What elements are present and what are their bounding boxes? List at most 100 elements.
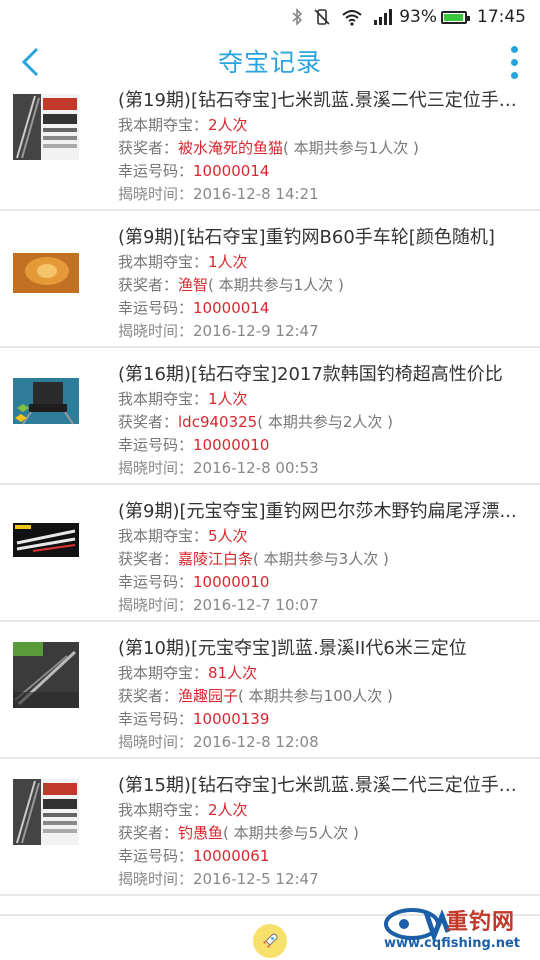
participation-label: 我本期夺宝：: [118, 664, 209, 682]
winner-name[interactable]: 嘉陵江白条: [178, 550, 253, 568]
lucky-code-label: 幸运号码：: [118, 299, 194, 317]
battery-percent: 93%: [399, 7, 437, 27]
reveal-time-line: 揭晓时间：2016-12-8 14:21: [118, 183, 530, 206]
total-participation: ( 本期共参与2人次 ): [257, 413, 394, 431]
record-row[interactable]: (第19期)[钻石夺宝]七米凯蓝.景溪二代三定位手车... 我本期夺宝：2人次 获奖…: [0, 74, 540, 211]
winner-label: 获奖者：: [118, 824, 179, 842]
product-thumbnail: [13, 779, 79, 845]
reveal-time-label: 揭晓时间：: [118, 596, 194, 614]
product-title: (第16期)[钻石夺宝]2017款韩国钓椅超高性价比: [118, 364, 503, 385]
participation-count: 1人次: [208, 253, 248, 271]
reveal-time: 2016-12-8 00:53: [193, 459, 319, 477]
lucky-code-label: 幸运号码：: [118, 436, 194, 454]
participation-label: 我本期夺宝：: [118, 801, 209, 819]
winner-name[interactable]: 钓愚鱼: [178, 824, 223, 842]
winner-name[interactable]: 被水淹死的鱼猫: [178, 139, 283, 157]
winner-label: 获奖者：: [118, 276, 179, 294]
site-watermark-logo: 重钓网 www.cqfishing.net: [382, 902, 532, 958]
battery-icon: [441, 10, 470, 24]
lucky-code: 10000014: [193, 162, 270, 180]
record-row[interactable]: (第15期)[钻石夺宝]七米凯蓝.景溪二代三定位手车... 我本期夺宝：2人次获奖…: [0, 759, 540, 896]
reveal-time-line: 揭晓时间：2016-12-8 12:08: [118, 731, 530, 754]
winner-name[interactable]: ldc940325: [178, 413, 257, 431]
lucky-code: 10000014: [193, 299, 270, 317]
winner-label: 获奖者：: [118, 413, 179, 431]
participation-line: 我本期夺宝：2人次: [118, 114, 530, 137]
winner-name[interactable]: 渔智: [178, 276, 208, 294]
product-title: (第10期)[元宝夺宝]凯蓝.景溪II代6米三定位: [118, 638, 467, 659]
total-participation: ( 本期共参与1人次 ): [283, 139, 419, 157]
winner-line: 获奖者：渔智( 本期共参与1人次 ): [118, 274, 530, 297]
lucky-code-line: 幸运号码：10000014: [118, 297, 530, 320]
clock: 17:45: [477, 7, 526, 27]
total-participation: ( 本期共参与100人次 ): [238, 687, 393, 705]
record-info: (第19期)[钻石夺宝]七米凯蓝.景溪二代三定位手车... 我本期夺宝：2人次 获奖…: [118, 88, 530, 206]
participation-line: 我本期夺宝：81人次: [118, 662, 530, 685]
more-vertical-icon: [510, 45, 518, 53]
reveal-time-label: 揭晓时间：: [118, 870, 194, 888]
reveal-time: 2016-12-7 10:07: [193, 596, 319, 614]
reveal-time-line: 揭晓时间：2016-12-5 12:47: [118, 868, 530, 891]
reveal-time-label: 揭晓时间：: [118, 322, 194, 340]
signal-icon: [373, 8, 395, 26]
participation-count: 5人次: [208, 527, 248, 545]
watermark-url: www.cqfishing.net: [384, 936, 521, 951]
winner-line: 获奖者：ldc940325( 本期共参与2人次 ): [118, 411, 530, 434]
record-info: (第15期)[钻石夺宝]七米凯蓝.景溪二代三定位手车... 我本期夺宝：2人次获奖…: [118, 773, 530, 891]
lucky-code: 10000010: [193, 436, 270, 454]
winner-name[interactable]: 渔趣园子: [178, 687, 238, 705]
lucky-code-line: 幸运号码：10000061: [118, 845, 530, 868]
product-title: (第15期)[钻石夺宝]七米凯蓝.景溪二代三定位手车...: [118, 775, 530, 796]
record-row[interactable]: (第16期)[钻石夺宝]2017款韩国钓椅超高性价比 我本期夺宝：1人次 获奖者：l…: [0, 348, 540, 485]
total-participation: ( 本期共参与1人次 ): [208, 276, 344, 294]
lucky-code: 10000061: [193, 847, 270, 865]
product-thumbnail: [13, 505, 79, 571]
reveal-time-label: 揭晓时间：: [118, 733, 194, 751]
record-row[interactable]: (第9期)[元宝夺宝]重钓网巴尔莎木野钓扁尾浮漂... 我本期夺宝：5人次 获奖者：…: [0, 485, 540, 622]
winner-label: 获奖者：: [118, 687, 179, 705]
participation-line: 我本期夺宝：2人次: [118, 799, 530, 822]
record-info: (第9期)[元宝夺宝]重钓网巴尔莎木野钓扁尾浮漂... 我本期夺宝：5人次 获奖者：…: [118, 499, 530, 617]
participation-count: 2人次: [208, 116, 248, 134]
reveal-time-label: 揭晓时间：: [118, 459, 194, 477]
record-row[interactable]: (第10期)[元宝夺宝]凯蓝.景溪II代6米三定位我本期夺宝：81人次获奖者：渔…: [0, 622, 540, 759]
record-row[interactable]: (第9期)[钻石夺宝]重钓网B60手车轮[颜色随机] 我本期夺宝：1人次 获奖者：渔…: [0, 211, 540, 348]
lucky-code-line: 幸运号码：10000014: [118, 160, 530, 183]
lucky-code-label: 幸运号码：: [118, 573, 194, 591]
status-bar: 93% 17:45: [0, 0, 540, 34]
vibrate-icon: [313, 8, 331, 26]
product-title: (第19期)[钻石夺宝]七米凯蓝.景溪二代三定位手车...: [118, 90, 530, 111]
reveal-time: 2016-12-5 12:47: [193, 870, 319, 888]
reveal-time-line: 揭晓时间：2016-12-7 10:07: [118, 594, 530, 617]
scroll-top-button[interactable]: [253, 924, 287, 958]
rocket-icon: [263, 933, 278, 948]
winner-label: 获奖者：: [118, 550, 179, 568]
participation-line: 我本期夺宝：1人次: [118, 251, 530, 274]
wifi-icon: [341, 8, 363, 26]
winner-line: 获奖者：嘉陵江白条( 本期共参与3人次 ): [118, 548, 530, 571]
product-title: (第9期)[钻石夺宝]重钓网B60手车轮[颜色随机]: [118, 227, 495, 248]
product-title: (第9期)[元宝夺宝]重钓网巴尔莎木野钓扁尾浮漂...: [118, 501, 517, 522]
lucky-code: 10000010: [193, 573, 270, 591]
product-thumbnail: [13, 94, 79, 160]
participation-label: 我本期夺宝：: [118, 116, 209, 134]
watermark-text: 重钓网: [446, 910, 516, 935]
lucky-code-line: 幸运号码：10000139: [118, 708, 530, 731]
lucky-code: 10000139: [193, 710, 270, 728]
reveal-time: 2016-12-8 12:08: [193, 733, 319, 751]
bluetooth-icon: [291, 8, 303, 26]
participation-line: 我本期夺宝：5人次: [118, 525, 530, 548]
winner-line: 获奖者：被水淹死的鱼猫( 本期共参与1人次 ): [118, 137, 530, 160]
participation-line: 我本期夺宝：1人次: [118, 388, 530, 411]
participation-count: 2人次: [208, 801, 248, 819]
participation-label: 我本期夺宝：: [118, 527, 209, 545]
lucky-code-line: 幸运号码：10000010: [118, 571, 530, 594]
reveal-time: 2016-12-8 14:21: [193, 185, 319, 203]
lucky-code-label: 幸运号码：: [118, 847, 194, 865]
product-thumbnail: [13, 368, 79, 434]
reveal-time-line: 揭晓时间：2016-12-9 12:47: [118, 320, 530, 343]
participation-count: 1人次: [208, 390, 248, 408]
lucky-code-label: 幸运号码：: [118, 710, 194, 728]
lucky-code-label: 幸运号码：: [118, 162, 194, 180]
record-info: (第10期)[元宝夺宝]凯蓝.景溪II代6米三定位我本期夺宝：81人次获奖者：渔…: [118, 636, 530, 754]
